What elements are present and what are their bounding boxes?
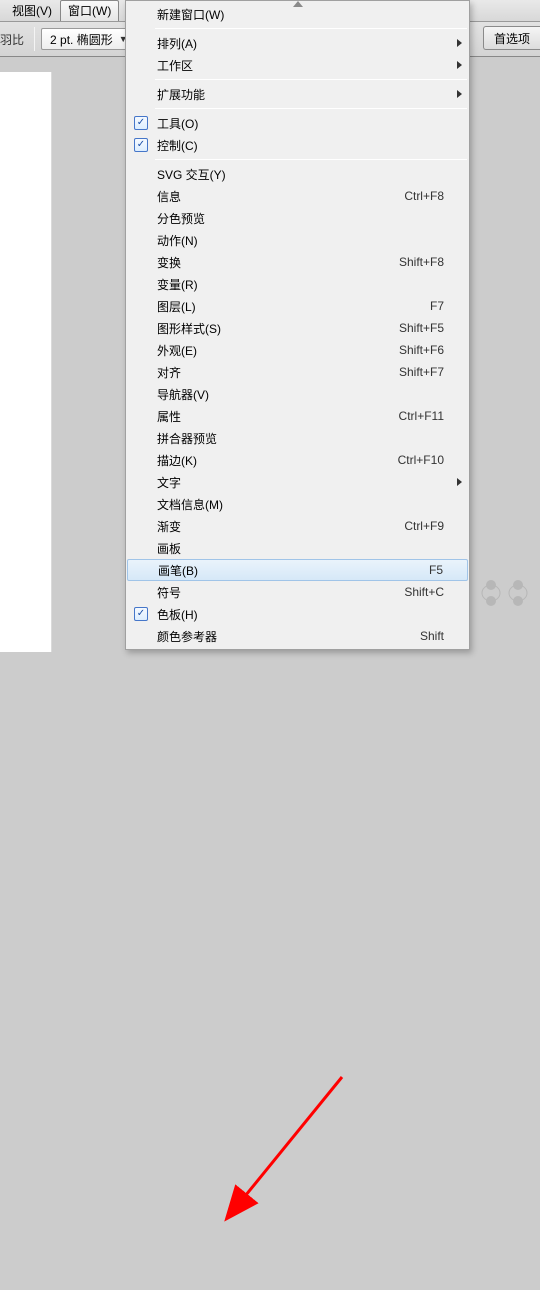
preferences-label: 首选项 [494,30,530,47]
menu-item-label: 排列(A) [155,35,448,52]
menu-item-label: 文档信息(M) [155,496,448,513]
check-icon: ✓ [134,607,148,621]
menu-item-label: 对齐 [155,364,399,381]
menu-item[interactable]: 颜色参考器Shift [127,625,468,647]
menu-item[interactable]: ✓ 工具(O) [127,112,468,134]
menu-item[interactable]: 对齐Shift+F7 [127,361,468,383]
menu-item-label: 符号 [155,584,404,601]
menu-item[interactable]: 拼合器预览 [127,427,468,449]
menu-item[interactable]: ✓ 色板(H) [127,603,468,625]
check-icon: ✓ [134,116,148,130]
menu-item-label: 画板 [155,540,448,557]
menu-view[interactable]: 视图(V) [4,0,60,21]
menu-window[interactable]: 窗口(W) [60,0,119,21]
menu-item-label: 描边(K) [155,452,398,469]
menu-item-label: 分色预览 [155,210,448,227]
menu-item-label: 图形样式(S) [155,320,399,337]
menu-item-shortcut: Shift+F6 [399,343,448,357]
menu-item-shortcut: Ctrl+F10 [398,453,448,467]
menu-item[interactable]: 排列(A) [127,32,468,54]
menu-item-label: 变换 [155,254,399,271]
menu-item-label: 颜色参考器 [155,628,420,645]
toolbar-separator [34,27,35,51]
menu-item-shortcut: Shift [420,629,448,643]
menu-item[interactable]: 文档信息(M) [127,493,468,515]
menu-item-label: 文字 [155,474,448,491]
menu-item[interactable]: 外观(E)Shift+F6 [127,339,468,361]
menu-item[interactable]: 分色预览 [127,207,468,229]
stroke-dropdown-value: 2 pt. 椭圆形 [50,31,113,48]
menu-item-label: 动作(N) [155,232,448,249]
menu-item-label: 导航器(V) [155,386,448,403]
menu-separator [155,159,467,160]
menu-item[interactable]: 图层(L)F7 [127,295,468,317]
menu-item[interactable]: 扩展功能 [127,83,468,105]
menu-item-shortcut: Shift+F8 [399,255,448,269]
menu-item[interactable]: 导航器(V) [127,383,468,405]
menu-item[interactable]: 变换Shift+F8 [127,251,468,273]
menu-item-label: 属性 [155,408,399,425]
arrow-annotation [0,647,540,1290]
menu-item-label: 色板(H) [155,606,448,623]
menu-item-label: 控制(C) [155,137,448,154]
menu-item[interactable]: 新建窗口(W) [127,3,468,25]
menu-item-label: 外观(E) [155,342,399,359]
menu-item-label: 扩展功能 [155,86,448,103]
menu-item-label: 工作区 [155,57,448,74]
submenu-arrow-icon [457,61,462,69]
menu-separator [155,79,467,80]
menu-item[interactable]: SVG 交互(Y) [127,163,468,185]
menu-item[interactable]: 属性Ctrl+F11 [127,405,468,427]
menu-item[interactable]: 变量(R) [127,273,468,295]
menu-item[interactable]: 画笔(B)F5 [127,559,468,581]
document-edge [0,72,52,652]
menu-item-label: 画笔(B) [156,562,429,579]
menu-item-shortcut: Ctrl+F11 [399,409,448,423]
menu-item-label: 信息 [155,188,404,205]
menu-item-label: 拼合器预览 [155,430,448,447]
toolbar-left-label: 羽比 [0,31,28,48]
menu-item-label: 工具(O) [155,115,448,132]
menu-item[interactable]: 动作(N) [127,229,468,251]
menu-item-shortcut: Ctrl+F9 [404,519,448,533]
stroke-dropdown[interactable]: 2 pt. 椭圆形 ▼ [41,28,133,50]
check-icon: ✓ [134,138,148,152]
menu-item[interactable]: 画板 [127,537,468,559]
menu-item[interactable]: 图形样式(S)Shift+F5 [127,317,468,339]
menu-item-shortcut: Shift+F5 [399,321,448,335]
menu-item[interactable]: ✓ 控制(C) [127,134,468,156]
menu-item-label: 变量(R) [155,276,448,293]
menu-item-shortcut: F5 [429,563,447,577]
menu-item-label: 新建窗口(W) [155,6,448,23]
menu-item-shortcut: Ctrl+F8 [404,189,448,203]
menu-item-shortcut: Shift+F7 [399,365,448,379]
menu-item-shortcut: F7 [430,299,448,313]
menu-check-column: ✓ [127,607,155,621]
menu-item[interactable]: 渐变Ctrl+F9 [127,515,468,537]
menu-separator [155,108,467,109]
menu-item-shortcut: Shift+C [404,585,448,599]
menu-item[interactable]: 信息Ctrl+F8 [127,185,468,207]
menu-check-column: ✓ [127,116,155,130]
menu-item[interactable]: 符号Shift+C [127,581,468,603]
menu-item[interactable]: 描边(K)Ctrl+F10 [127,449,468,471]
window-menu-dropdown: 新建窗口(W) 排列(A) 工作区扩展功能 ✓ 工具(O) ✓ 控制(C) SVG 交互(Y)… [125,0,470,650]
menu-check-column: ✓ [127,138,155,152]
submenu-arrow-icon [457,90,462,98]
submenu-arrow-icon [457,478,462,486]
menu-item-label: 图层(L) [155,298,430,315]
menu-item-label: SVG 交互(Y) [155,166,448,183]
menu-separator [155,28,467,29]
preferences-button[interactable]: 首选项 [483,26,540,50]
submenu-arrow-icon [457,39,462,47]
menu-item[interactable]: 文字 [127,471,468,493]
menu-item-label: 渐变 [155,518,404,535]
menu-item[interactable]: 工作区 [127,54,468,76]
